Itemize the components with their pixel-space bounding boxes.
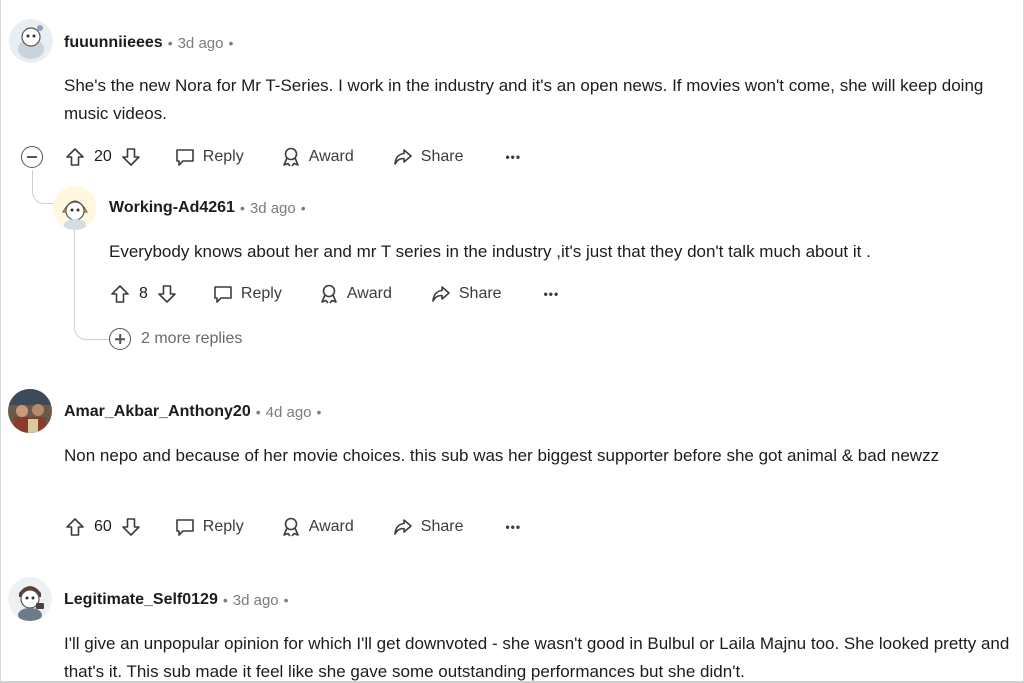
- thread-branch: [74, 310, 110, 340]
- share-button[interactable]: Share: [430, 283, 502, 305]
- comment-actions: 8 Reply Award Share •••: [109, 279, 559, 309]
- award-icon: [280, 146, 302, 168]
- vote-group: 60: [64, 516, 142, 538]
- comment-text: I'll give an unpopular opinion for which…: [64, 634, 1010, 681]
- separator-dot: •: [228, 35, 234, 51]
- upvote-icon[interactable]: [64, 146, 86, 168]
- share-icon: [392, 146, 414, 168]
- expand-plus-icon: [109, 328, 131, 350]
- comment-thread: fuuunniieees • 3d ago • She's the new No…: [0, 0, 1024, 683]
- reply-label: Reply: [202, 518, 244, 535]
- award-icon: [280, 516, 302, 538]
- comment-text: Non nepo and because of her movie choice…: [64, 446, 940, 465]
- downvote-icon[interactable]: [120, 146, 142, 168]
- thread-line: [74, 228, 75, 316]
- separator-dot: •: [255, 404, 261, 420]
- avatar[interactable]: [9, 19, 53, 63]
- more-options-button[interactable]: •••: [505, 520, 521, 534]
- vote-group: 8: [109, 283, 178, 305]
- separator-dot: •: [167, 35, 173, 51]
- vote-group: 20: [64, 146, 142, 168]
- award-label: Award: [346, 285, 392, 302]
- overflow-icon: •••: [505, 150, 522, 164]
- share-label: Share: [420, 148, 464, 165]
- timestamp[interactable]: 3d ago: [178, 35, 224, 52]
- avatar[interactable]: [8, 389, 52, 433]
- comment-icon: [212, 283, 234, 305]
- thread-branch: [32, 185, 56, 204]
- comment-meta: Amar_Akbar_Anthony20 • 4d ago •: [64, 401, 326, 423]
- separator-dot: •: [316, 404, 322, 420]
- avatar[interactable]: [53, 186, 97, 230]
- timestamp[interactable]: 3d ago: [250, 200, 296, 217]
- timestamp[interactable]: 4d ago: [266, 404, 312, 421]
- award-label: Award: [308, 518, 354, 535]
- share-icon: [430, 283, 452, 305]
- separator-dot: •: [300, 200, 306, 216]
- avatar[interactable]: [8, 577, 52, 621]
- reply-button[interactable]: Reply: [174, 146, 244, 168]
- timestamp[interactable]: 3d ago: [233, 592, 279, 609]
- reply-button[interactable]: Reply: [174, 516, 244, 538]
- reply-button[interactable]: Reply: [212, 283, 282, 305]
- award-button[interactable]: Award: [280, 146, 354, 168]
- username[interactable]: fuuunniieees: [64, 34, 163, 52]
- downvote-icon[interactable]: [120, 516, 142, 538]
- overflow-icon: •••: [505, 520, 522, 534]
- comment-meta: Legitimate_Self0129 • 3d ago •: [64, 589, 294, 611]
- award-button[interactable]: Award: [318, 283, 392, 305]
- username[interactable]: Working-Ad4261: [109, 199, 235, 217]
- username[interactable]: Amar_Akbar_Anthony20: [64, 403, 251, 421]
- vote-count: 8: [139, 285, 148, 302]
- more-options-button[interactable]: •••: [544, 287, 560, 301]
- share-button[interactable]: Share: [392, 146, 464, 168]
- comment-meta: Working-Ad4261 • 3d ago •: [109, 197, 311, 219]
- comment-meta: fuuunniieees • 3d ago •: [64, 32, 238, 54]
- comment-actions: 20 Reply Award Share •••: [64, 142, 521, 172]
- collapse-thread-button[interactable]: [21, 146, 43, 168]
- more-replies-label: 2 more replies: [141, 330, 243, 347]
- upvote-icon[interactable]: [109, 283, 131, 305]
- comment-actions: 60 Reply Award Share •••: [64, 512, 521, 542]
- more-replies-button[interactable]: 2 more replies: [109, 328, 242, 350]
- comment-text: Everybody knows about her and mr T serie…: [109, 242, 871, 261]
- overflow-icon: •••: [543, 287, 560, 301]
- award-label: Award: [308, 148, 354, 165]
- share-button[interactable]: Share: [392, 516, 464, 538]
- separator-dot: •: [239, 200, 245, 216]
- share-label: Share: [458, 285, 502, 302]
- share-label: Share: [420, 518, 464, 535]
- reply-label: Reply: [240, 285, 282, 302]
- more-options-button[interactable]: •••: [505, 150, 521, 164]
- award-icon: [318, 283, 340, 305]
- separator-dot: •: [283, 592, 289, 608]
- vote-count: 20: [94, 148, 112, 165]
- username[interactable]: Legitimate_Self0129: [64, 591, 218, 609]
- comment-icon: [174, 146, 196, 168]
- separator-dot: •: [222, 592, 228, 608]
- reply-label: Reply: [202, 148, 244, 165]
- award-button[interactable]: Award: [280, 516, 354, 538]
- comment-text: She's the new Nora for Mr T-Series. I wo…: [64, 76, 984, 123]
- downvote-icon[interactable]: [156, 283, 178, 305]
- comment-icon: [174, 516, 196, 538]
- share-icon: [392, 516, 414, 538]
- vote-count: 60: [94, 518, 112, 535]
- upvote-icon[interactable]: [64, 516, 86, 538]
